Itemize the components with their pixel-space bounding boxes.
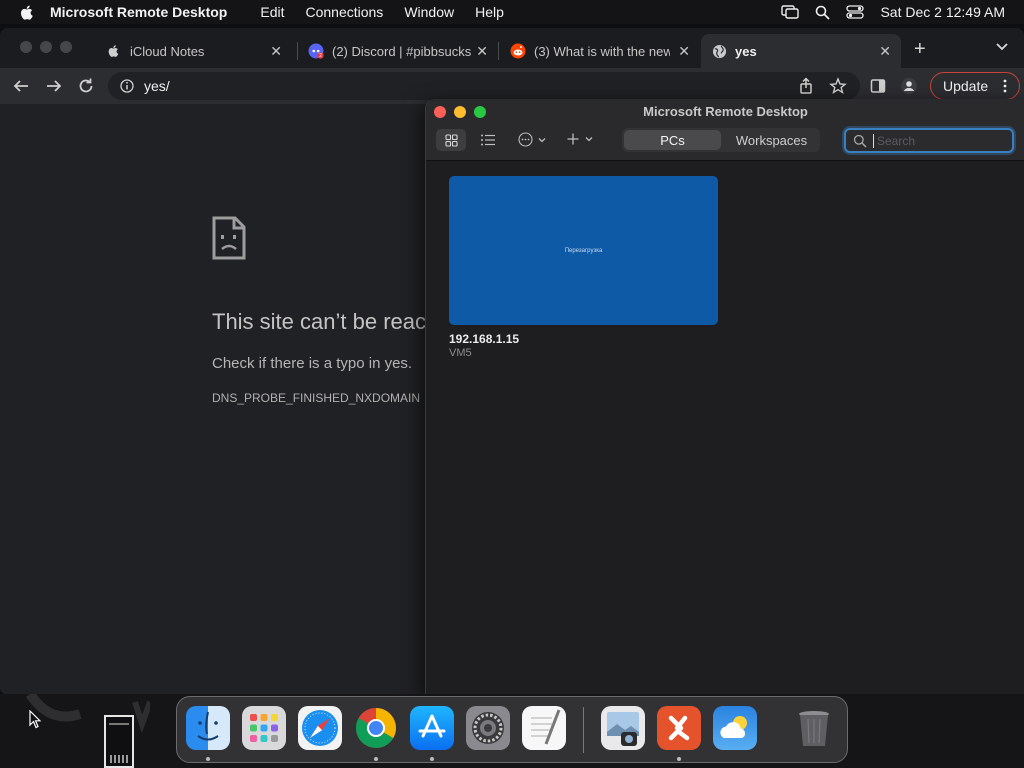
globe-icon <box>711 43 727 59</box>
site-info-icon[interactable] <box>120 79 134 93</box>
pcs-workspaces-toggle: PCs Workspaces <box>622 128 820 152</box>
running-indicator <box>430 757 434 761</box>
reddit-icon <box>510 43 526 59</box>
more-vertical-icon[interactable] <box>1003 79 1007 93</box>
preview-icon[interactable] <box>601 706 645 750</box>
menu-bar: Microsoft Remote Desktop Edit Connection… <box>0 0 1024 24</box>
apple-icon <box>106 43 122 59</box>
minimize-window-button[interactable] <box>40 41 52 53</box>
tab-search-chevron-icon[interactable] <box>995 40 1009 54</box>
weather-icon[interactable] <box>713 706 757 750</box>
update-button[interactable]: Update <box>930 72 1020 100</box>
tab-close-icon[interactable]: ✕ <box>270 43 282 60</box>
close-window-button[interactable] <box>20 41 32 53</box>
more-actions-menu[interactable] <box>518 132 547 147</box>
search-icon <box>853 134 867 148</box>
tab-close-icon[interactable]: ✕ <box>678 43 690 60</box>
mouse-cursor-icon <box>29 710 41 729</box>
running-indicator <box>374 757 378 761</box>
safari-icon[interactable] <box>298 706 342 750</box>
address-bar[interactable]: yes/ <box>108 72 860 100</box>
remote-desktop-icon[interactable] <box>657 706 701 750</box>
menu-app-name[interactable]: Microsoft Remote Desktop <box>50 4 227 20</box>
url-text[interactable]: yes/ <box>144 78 170 94</box>
remote-desktop-window: Microsoft Remote Desktop PCs Workspaces … <box>425 99 1024 695</box>
tab-pcs[interactable]: PCs <box>624 130 721 150</box>
zoom-window-button[interactable] <box>60 41 72 53</box>
app-store-icon[interactable] <box>410 706 454 750</box>
tab-title: (2) Discord | #pibbsucks <box>332 43 472 59</box>
share-icon[interactable] <box>797 77 815 95</box>
minimized-window-thumbnail[interactable] <box>104 715 134 768</box>
forward-arrow-icon[interactable] <box>45 77 63 95</box>
side-panel-icon[interactable] <box>869 77 887 95</box>
update-label: Update <box>943 78 989 94</box>
reload-icon[interactable] <box>77 77 95 95</box>
list-view-icon[interactable] <box>480 132 496 148</box>
tab-separator <box>498 42 499 60</box>
pc-thumbnail-text: Перезагрузка <box>564 247 603 254</box>
chrome-icon[interactable] <box>354 706 398 750</box>
chevron-down-icon <box>538 137 546 142</box>
textedit-icon[interactable] <box>522 706 566 750</box>
dock-separator <box>583 707 584 753</box>
rdp-window-title: Microsoft Remote Desktop <box>643 104 808 119</box>
launchpad-icon[interactable] <box>242 706 286 750</box>
menu-window[interactable]: Window <box>404 4 454 20</box>
tab-yes-active[interactable]: yes ✕ <box>701 34 901 68</box>
apple-menu-icon[interactable] <box>19 4 36 21</box>
control-center-icon[interactable] <box>846 5 865 19</box>
pc-friendly-name: VM5 <box>449 347 472 359</box>
rdp-titlebar: Microsoft Remote Desktop PCs Workspaces <box>426 99 1024 161</box>
tab-discord[interactable]: 2 (2) Discord | #pibbsucks ✕ <box>298 34 498 68</box>
menu-connections[interactable]: Connections <box>305 4 383 20</box>
menu-edit[interactable]: Edit <box>260 4 284 20</box>
bookmark-star-icon[interactable] <box>829 77 847 95</box>
discord-icon: 2 <box>308 43 324 59</box>
screen-mirroring-icon[interactable] <box>781 5 800 19</box>
tab-title: yes <box>735 43 757 59</box>
error-subtitle: Check if there is a typo in yes. <box>212 355 413 372</box>
trash-icon[interactable] <box>792 706 836 750</box>
chevron-down-icon <box>585 137 593 142</box>
tab-close-icon[interactable]: ✕ <box>879 43 891 60</box>
new-tab-button[interactable]: + <box>914 38 926 61</box>
running-indicator <box>677 757 681 761</box>
pc-thumbnail[interactable]: Перезагрузка <box>449 176 718 325</box>
sad-page-icon <box>212 216 246 260</box>
system-settings-icon[interactable] <box>466 706 510 750</box>
spotlight-search-icon[interactable] <box>815 5 831 20</box>
ellipsis-circle-icon <box>518 132 533 147</box>
grid-view-button[interactable] <box>436 129 466 151</box>
running-indicator <box>206 757 210 761</box>
profile-avatar-icon[interactable] <box>900 77 918 95</box>
tab-title: (3) What is with the new <box>534 43 670 59</box>
pc-name[interactable]: 192.168.1.15 <box>449 332 519 346</box>
back-arrow-icon[interactable] <box>12 77 30 95</box>
finder-icon[interactable] <box>186 706 230 750</box>
tab-strip: iCloud Notes ✕ 2 (2) Discord | #pibbsuck… <box>0 28 1024 68</box>
grid-icon <box>444 133 458 147</box>
tab-close-icon[interactable]: ✕ <box>476 43 488 60</box>
search-field <box>844 128 1014 153</box>
menu-clock[interactable]: Sat Dec 2 12:49 AM <box>880 4 1005 20</box>
svg-text:2: 2 <box>319 53 322 59</box>
tab-workspaces[interactable]: Workspaces <box>723 128 820 152</box>
search-input[interactable] <box>873 133 1003 148</box>
plus-icon <box>567 133 579 145</box>
menu-help[interactable]: Help <box>475 4 504 20</box>
tab-title: iCloud Notes <box>130 43 205 59</box>
dock <box>176 696 848 763</box>
add-menu[interactable] <box>566 132 594 146</box>
tab-icloud-notes[interactable]: iCloud Notes ✕ <box>96 34 292 68</box>
tab-reddit[interactable]: (3) What is with the new ✕ <box>500 34 700 68</box>
error-code: DNS_PROBE_FINISHED_NXDOMAIN <box>212 391 421 405</box>
